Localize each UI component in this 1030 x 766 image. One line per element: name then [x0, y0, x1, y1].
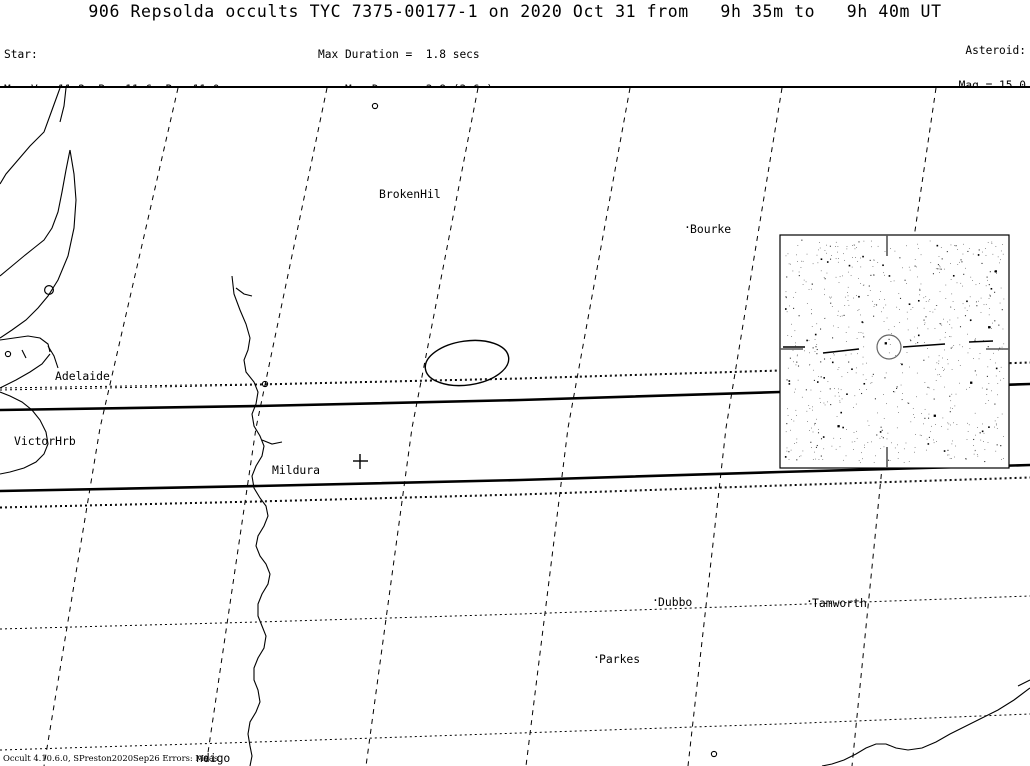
page-title: 906 Repsolda occults TYC 7375-00177-1 on… [88, 2, 942, 21]
marker-newcastle [710, 750, 718, 758]
city-label-adelaide: Adelaide [55, 369, 110, 383]
asteroid-shadow-ellipse [424, 339, 510, 387]
marker-victorhrb [4, 350, 12, 358]
header: 906 Repsolda occults TYC 7375-00177-1 on… [0, 0, 1030, 234]
city-label-bendigo: ndigo [196, 751, 231, 765]
star-heading: Star: [4, 48, 38, 62]
marker-dubbo: · [652, 593, 659, 607]
max-duration: Max Duration = 1.8 secs [318, 48, 480, 62]
city-label-parkes: Parkes [599, 652, 641, 666]
city-label-tamworth: Tamworth [812, 596, 867, 610]
star-field-chart [779, 234, 1010, 469]
star-field-svg [779, 234, 1010, 469]
path-centre-cross [353, 454, 368, 469]
city-label-dubbo: Dubbo [658, 595, 693, 609]
city-label-bourke: Bourke [690, 222, 732, 236]
city-label-mildura: Mildura [272, 463, 321, 477]
marker-parkes: · [593, 650, 600, 664]
star-field-border [779, 234, 1010, 469]
footer-credit: Occult 4.10.6.0, SPreston2020Sep26 Error… [3, 753, 219, 763]
map-canvas: BrokenHil Bourke Adelaide VictorHrb Mild… [0, 88, 1030, 766]
asteroid-heading: Asteroid: [965, 44, 1026, 58]
marker-tamworth: · [806, 594, 813, 608]
city-label-brokenhil: BrokenHil [379, 187, 441, 201]
marker-brokenhil [371, 102, 379, 110]
marker-bourke: · [684, 220, 691, 234]
occultation-prediction-page: 906 Repsolda occults TYC 7375-00177-1 on… [0, 0, 1030, 766]
city-label-victorhrb: VictorHrb [14, 434, 76, 448]
